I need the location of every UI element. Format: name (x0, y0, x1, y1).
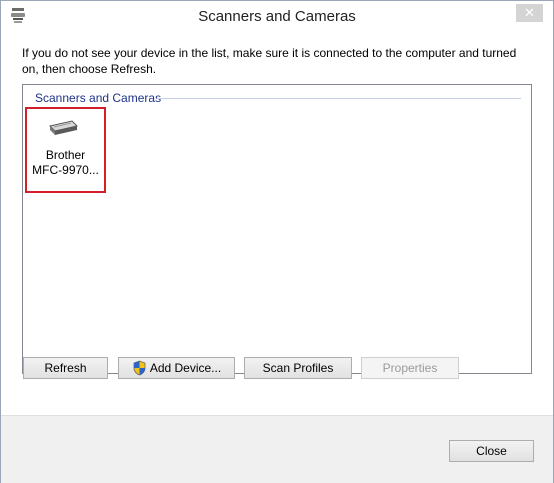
scanner-icon (49, 120, 78, 135)
group-header: Scanners and Cameras (35, 91, 166, 105)
group-divider (157, 98, 521, 99)
title-close-button[interactable]: ✕ (516, 4, 543, 22)
properties-button[interactable]: Properties (361, 357, 459, 379)
shield-icon (133, 360, 146, 376)
device-item-brother[interactable]: Brother MFC-9970... (25, 107, 106, 193)
close-icon: ✕ (524, 5, 535, 20)
scanners-and-cameras-window: Scanners and Cameras ✕ If you do not see… (0, 0, 554, 483)
title-bar: Scanners and Cameras ✕ (1, 1, 553, 32)
dialog-content: If you do not see your device in the lis… (1, 32, 553, 415)
close-button[interactable]: Close (449, 440, 534, 462)
device-list[interactable]: Scanners and Cameras Brother MFC-9970... (22, 84, 532, 374)
dialog-footer: Close (1, 415, 553, 483)
device-label: Brother MFC-9970... (27, 148, 104, 178)
window-title: Scanners and Cameras (198, 8, 356, 25)
device-name-line1: Brother (45, 148, 86, 162)
scan-profiles-button[interactable]: Scan Profiles (244, 357, 352, 379)
add-device-label: Add Device... (149, 361, 222, 375)
add-device-button[interactable]: Add Device... (118, 357, 235, 379)
device-name-line2: MFC-9970... (32, 163, 99, 177)
refresh-button[interactable]: Refresh (23, 357, 108, 379)
instructions-text: If you do not see your device in the lis… (22, 46, 517, 76)
